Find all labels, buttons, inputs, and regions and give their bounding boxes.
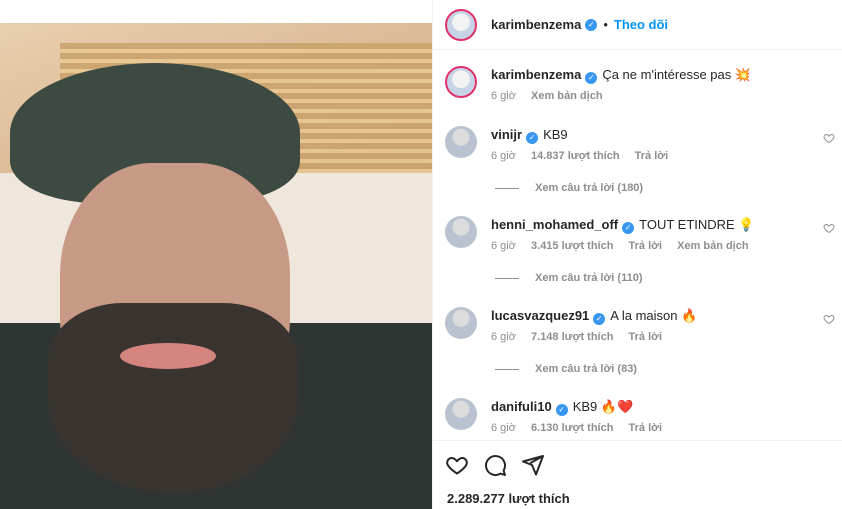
commenter-avatar[interactable] xyxy=(445,216,477,248)
view-replies-button[interactable]: Xem câu trả lời (83) xyxy=(495,363,637,375)
top-black-bar xyxy=(0,0,432,23)
translate-link[interactable]: Xem bản dịch xyxy=(677,240,749,252)
comment-text: TOUT ETINDRE 💡 xyxy=(639,217,755,232)
verified-badge-icon: ✓ xyxy=(593,313,606,325)
translate-link[interactable]: Xem bản dịch xyxy=(531,90,603,102)
follow-button[interactable]: Theo dõi xyxy=(614,17,668,32)
beard xyxy=(48,303,298,493)
comment-likes[interactable]: 3.415 lượt thích xyxy=(531,240,613,252)
caption-time[interactable]: 6 giờ xyxy=(491,90,516,102)
verified-badge-icon: ✓ xyxy=(585,18,598,31)
comment-text: KB9 🔥❤️ xyxy=(572,399,634,414)
verified-badge-icon: ✓ xyxy=(555,404,568,416)
post-header: karimbenzema ✓ • Theo dõi xyxy=(433,0,842,50)
comment-text: A la maison 🔥 xyxy=(610,308,698,323)
verified-badge-icon: ✓ xyxy=(526,132,539,144)
comment-time[interactable]: 6 giờ xyxy=(491,331,516,343)
caption-username[interactable]: karimbenzema xyxy=(491,67,581,82)
commenter-avatar[interactable] xyxy=(445,398,477,430)
reply-button[interactable]: Trả lời xyxy=(629,422,663,434)
heart-icon[interactable] xyxy=(445,453,469,477)
comment-time[interactable]: 6 giờ xyxy=(491,422,516,434)
comment-likes[interactable]: 7.148 lượt thích xyxy=(531,331,613,343)
share-icon[interactable] xyxy=(521,453,545,477)
comment-text: KB9 xyxy=(543,127,568,142)
author-avatar[interactable] xyxy=(445,66,477,98)
like-count[interactable]: 2.289.277 lượt thích xyxy=(447,491,570,506)
action-bar xyxy=(445,453,545,477)
comment-username[interactable]: danifuli10 xyxy=(491,399,552,414)
reply-button[interactable]: Trả lời xyxy=(635,150,669,162)
verified-badge-icon: ✓ xyxy=(622,222,635,234)
view-replies-button[interactable]: Xem câu trả lời (110) xyxy=(495,272,642,284)
verified-badge-icon: ✓ xyxy=(585,72,598,84)
comment-username[interactable]: lucasvazquez91 xyxy=(491,308,589,323)
view-replies-button[interactable]: Xem câu trả lời (180) xyxy=(495,182,643,194)
commenter-avatar[interactable] xyxy=(445,307,477,339)
comment-username[interactable]: henni_mohamed_off xyxy=(491,217,618,232)
comment-likes[interactable]: 6.130 lượt thích xyxy=(531,422,613,434)
post-panel: karimbenzema ✓ • Theo dõi karimbenzema ✓ Ç… xyxy=(432,0,842,509)
comment-icon[interactable] xyxy=(483,453,507,477)
heart-icon[interactable] xyxy=(823,313,835,325)
post-photo xyxy=(0,23,432,509)
comment-time[interactable]: 6 giờ xyxy=(491,150,516,162)
reply-button[interactable]: Trả lời xyxy=(629,240,663,252)
heart-icon[interactable] xyxy=(823,132,835,144)
heart-icon[interactable] xyxy=(823,222,835,234)
caption-text: Ça ne m'intéresse pas 💥 xyxy=(602,67,752,82)
reply-button[interactable]: Trả lời xyxy=(629,331,663,343)
author-avatar[interactable] xyxy=(445,8,477,41)
separator-dot: • xyxy=(603,17,608,32)
comment-time[interactable]: 6 giờ xyxy=(491,240,516,252)
commenter-avatar[interactable] xyxy=(445,126,477,158)
comment-username[interactable]: vinijr xyxy=(491,127,522,142)
lips xyxy=(120,343,216,369)
author-username[interactable]: karimbenzema xyxy=(491,17,581,32)
comments-list[interactable]: karimbenzema ✓ Ça ne m'intéresse pas 💥 6 g… xyxy=(433,50,842,440)
comment-likes[interactable]: 14.837 lượt thích xyxy=(531,150,620,162)
post-footer: 2.289.277 lượt thích xyxy=(433,440,842,509)
